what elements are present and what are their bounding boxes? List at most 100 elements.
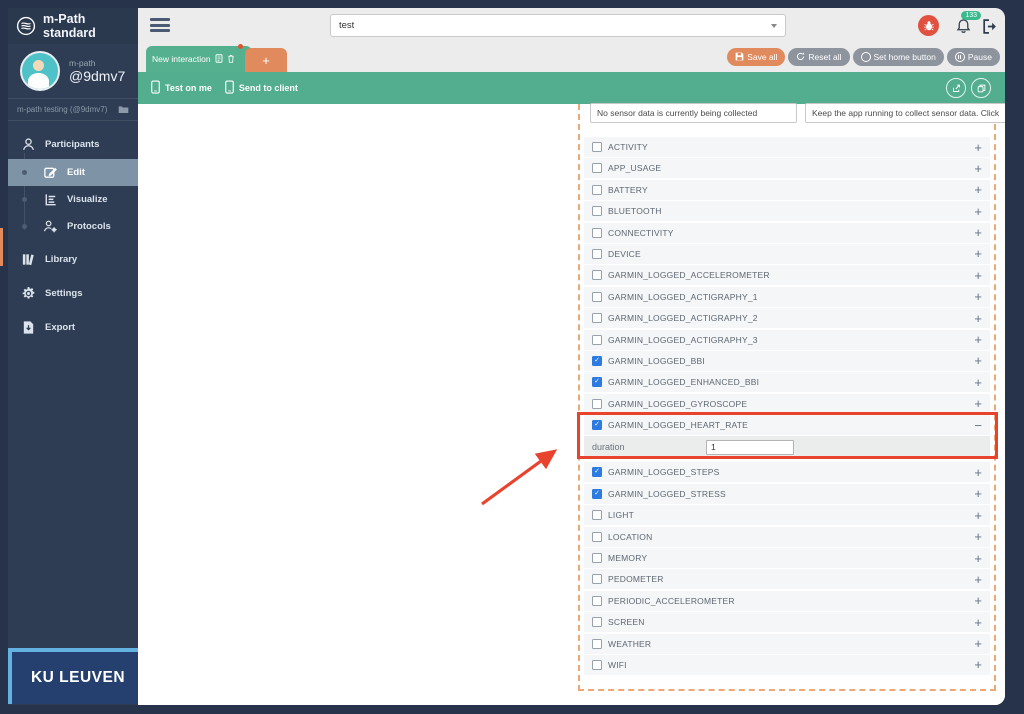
- pause-button[interactable]: Pause: [947, 48, 1000, 66]
- sensor-row[interactable]: APP_USAGE+: [584, 158, 990, 178]
- sensor-checkbox[interactable]: [592, 617, 602, 627]
- tab-new-interaction[interactable]: New interaction: [146, 46, 252, 72]
- expand-icon[interactable]: +: [974, 376, 982, 389]
- sensor-row[interactable]: PEDOMETER+: [584, 569, 990, 589]
- sensor-checkbox[interactable]: ✓: [592, 420, 602, 430]
- sensor-row[interactable]: ✓GARMIN_LOGGED_STEPS+: [584, 462, 990, 482]
- expand-icon[interactable]: +: [974, 530, 982, 543]
- expand-icon[interactable]: +: [974, 552, 982, 565]
- sensor-checkbox[interactable]: [592, 249, 602, 259]
- sensor-row[interactable]: CONNECTIVITY+: [584, 223, 990, 243]
- sensor-checkbox[interactable]: ✓: [592, 377, 602, 387]
- share-icon[interactable]: [946, 78, 966, 98]
- sensor-checkbox[interactable]: [592, 596, 602, 606]
- expand-icon[interactable]: +: [974, 205, 982, 218]
- sensor-status-box[interactable]: No sensor data is currently being collec…: [590, 103, 797, 123]
- sensor-checkbox[interactable]: [592, 553, 602, 563]
- sensor-row[interactable]: ✓GARMIN_LOGGED_BBI+: [584, 351, 990, 371]
- reset-all-button[interactable]: Reset all: [788, 48, 849, 66]
- sensor-checkbox[interactable]: [592, 206, 602, 216]
- sidebar-item-library[interactable]: Library: [8, 244, 138, 274]
- sensor-row[interactable]: ✓GARMIN_LOGGED_HEART_RATE−: [584, 415, 990, 435]
- project-selector[interactable]: m-path testing (@9dmv7): [8, 98, 138, 121]
- test-on-me-button[interactable]: Test on me: [151, 80, 212, 96]
- expand-icon[interactable]: +: [974, 226, 982, 239]
- sensor-checkbox[interactable]: [592, 335, 602, 345]
- expand-icon[interactable]: +: [974, 616, 982, 629]
- expand-icon[interactable]: +: [974, 312, 982, 325]
- sensor-checkbox[interactable]: [592, 660, 602, 670]
- sensor-row[interactable]: GARMIN_LOGGED_ACTIGRAPHY_3+: [584, 330, 990, 350]
- send-to-client-button[interactable]: Send to client: [225, 80, 298, 96]
- sensor-checkbox[interactable]: ✓: [592, 356, 602, 366]
- expand-icon[interactable]: +: [974, 466, 982, 479]
- sidebar-item-participants[interactable]: Participants: [8, 129, 138, 159]
- sensor-row[interactable]: GARMIN_LOGGED_ACTIGRAPHY_2+: [584, 308, 990, 328]
- sensor-checkbox[interactable]: [592, 163, 602, 173]
- copy-icon[interactable]: [971, 78, 991, 98]
- sensor-checkbox[interactable]: [592, 639, 602, 649]
- expand-icon[interactable]: +: [974, 594, 982, 607]
- sensor-row[interactable]: BATTERY+: [584, 180, 990, 200]
- sensor-checkbox[interactable]: [592, 228, 602, 238]
- tab-add[interactable]: +: [245, 48, 287, 72]
- sensor-checkbox[interactable]: [592, 510, 602, 520]
- expand-icon[interactable]: +: [974, 183, 982, 196]
- sensor-row[interactable]: ✓GARMIN_LOGGED_ENHANCED_BBI+: [584, 372, 990, 392]
- expand-icon[interactable]: +: [974, 487, 982, 500]
- expand-icon[interactable]: +: [974, 397, 982, 410]
- sensor-row[interactable]: BLUETOOTH+: [584, 201, 990, 221]
- expand-icon[interactable]: +: [974, 509, 982, 522]
- sensor-checkbox[interactable]: ✓: [592, 467, 602, 477]
- sensor-row[interactable]: WEATHER+: [584, 634, 990, 654]
- expand-icon[interactable]: +: [974, 141, 982, 154]
- sensor-checkbox[interactable]: [592, 313, 602, 323]
- sensor-row[interactable]: WIFI+: [584, 655, 990, 675]
- save-all-button[interactable]: Save all: [727, 48, 785, 66]
- expand-icon[interactable]: +: [974, 333, 982, 346]
- expand-icon[interactable]: +: [974, 354, 982, 367]
- sidebar-item-protocols[interactable]: Protocols: [8, 213, 138, 240]
- bug-report-icon[interactable]: [918, 15, 939, 36]
- expand-icon[interactable]: +: [974, 658, 982, 671]
- sensor-row[interactable]: LIGHT+: [584, 505, 990, 525]
- trash-icon[interactable]: [227, 54, 235, 65]
- hamburger-menu-icon[interactable]: [150, 18, 170, 32]
- sidebar-item-export[interactable]: Export: [8, 312, 138, 342]
- expand-icon[interactable]: +: [974, 290, 982, 303]
- sensor-checkbox[interactable]: [592, 532, 602, 542]
- sensor-row[interactable]: ✓GARMIN_LOGGED_STRESS+: [584, 484, 990, 504]
- expand-icon[interactable]: +: [974, 162, 982, 175]
- sensor-row[interactable]: DEVICE+: [584, 244, 990, 264]
- sensor-row[interactable]: GARMIN_LOGGED_GYROSCOPE+: [584, 394, 990, 414]
- set-home-button[interactable]: Set home button: [853, 48, 944, 66]
- sensor-row[interactable]: PERIODIC_ACCELEROMETER+: [584, 591, 990, 611]
- sensor-checkbox[interactable]: [592, 292, 602, 302]
- sensor-checkbox[interactable]: ✓: [592, 489, 602, 499]
- sidebar-item-settings[interactable]: Settings: [8, 278, 138, 308]
- sensor-checkbox[interactable]: [592, 185, 602, 195]
- logout-icon[interactable]: [981, 18, 998, 40]
- expand-icon[interactable]: +: [974, 269, 982, 282]
- expand-icon[interactable]: +: [974, 573, 982, 586]
- sensor-row[interactable]: GARMIN_LOGGED_ACTIGRAPHY_1+: [584, 287, 990, 307]
- sensor-hint-box[interactable]: Keep the app running to collect sensor d…: [805, 103, 1005, 123]
- notifications-bell-icon[interactable]: [955, 18, 972, 40]
- user-block[interactable]: m-path @9dmv7: [8, 44, 138, 98]
- sidebar-item-visualize[interactable]: Visualize: [8, 186, 138, 213]
- sensor-row[interactable]: SCREEN+: [584, 612, 990, 632]
- param-input[interactable]: [706, 440, 794, 455]
- sensor-checkbox[interactable]: [592, 142, 602, 152]
- expand-icon[interactable]: +: [974, 247, 982, 260]
- sensor-row[interactable]: ACTIVITY+: [584, 137, 990, 157]
- sensor-row[interactable]: MEMORY+: [584, 548, 990, 568]
- sensor-checkbox[interactable]: [592, 270, 602, 280]
- expand-icon[interactable]: +: [974, 637, 982, 650]
- study-select[interactable]: test: [330, 14, 786, 37]
- sensor-checkbox[interactable]: [592, 574, 602, 584]
- sidebar-item-edit[interactable]: Edit: [8, 159, 138, 186]
- sensor-row[interactable]: GARMIN_LOGGED_ACCELEROMETER+: [584, 265, 990, 285]
- collapse-icon[interactable]: −: [974, 419, 982, 432]
- sensor-checkbox[interactable]: [592, 399, 602, 409]
- sensor-row[interactable]: LOCATION+: [584, 527, 990, 547]
